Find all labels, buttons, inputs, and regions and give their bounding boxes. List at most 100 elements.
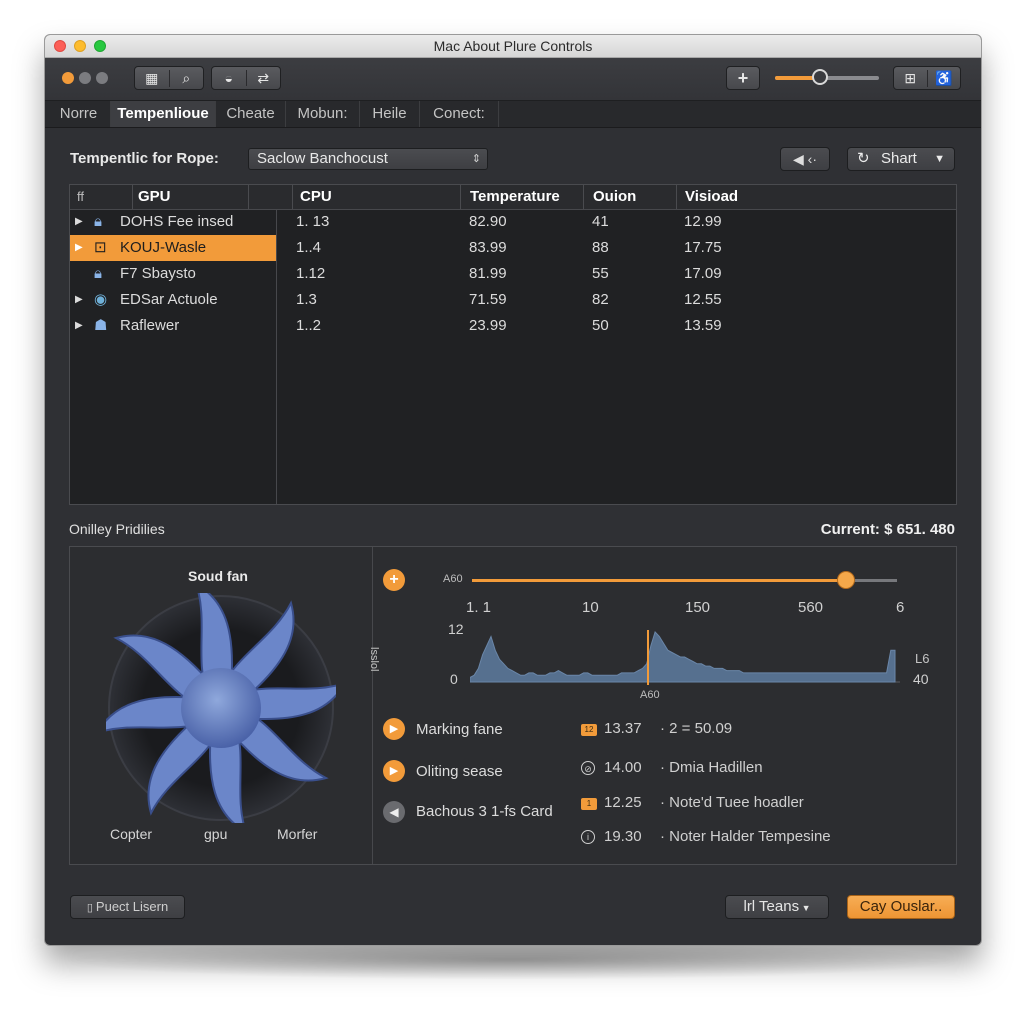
chevron-down-icon: ▼	[934, 153, 945, 165]
profile-slider[interactable]	[472, 571, 897, 589]
footer-primary-button[interactable]: Cay Ouslar..	[847, 895, 955, 919]
tree-column: ▶ 🔒︎ DOHS Fee insed ▶ ⊡ KOUJ-Wasle 🔒︎ F7…	[70, 209, 277, 504]
cell-cpu: 1..2	[296, 317, 322, 334]
tree-row-selected[interactable]: ▶ ⊡ KOUJ-Wasle	[70, 235, 276, 261]
back-button[interactable]: ◀ ‹·	[780, 147, 830, 171]
cell-cpu: 1.12	[296, 265, 326, 282]
add-profile-button[interactable]: +	[383, 569, 405, 591]
y-axis-label: lsslol	[368, 647, 380, 672]
histogram-chart	[470, 630, 900, 685]
tree-row-label: EDSar Actuole	[120, 291, 218, 308]
table-row[interactable]: 1..2 23.99 50 13.59	[277, 313, 955, 339]
tab-cheate[interactable]: Cheate	[216, 101, 286, 127]
action-bachous[interactable]: Bachous 3 1-fs Card	[416, 803, 553, 820]
cell-ouion: 82	[592, 291, 609, 308]
fan-label-morfer: Morfer	[277, 826, 318, 842]
title-bar: Mac About Plure Controls	[45, 35, 981, 58]
window-title: Mac About Plure Controls	[433, 38, 593, 54]
disclosure-triangle-icon[interactable]: ▶	[75, 313, 83, 339]
add-button[interactable]: +	[726, 66, 760, 90]
toolbar-slider[interactable]	[775, 69, 879, 85]
column-divider	[460, 185, 461, 209]
fan-icon	[106, 593, 336, 823]
tab-conect[interactable]: Conect:	[420, 101, 499, 127]
tree-row-label: F7 Sbaysto	[120, 265, 196, 282]
disclosure-triangle-icon[interactable]: ▶	[75, 209, 83, 235]
lock-icon: 🔒︎	[94, 213, 102, 230]
tree-row[interactable]: ▶ ◉ EDSar Actuole	[70, 287, 276, 313]
tab-mobun[interactable]: Mobun:	[286, 101, 360, 127]
readout-badge: 12	[581, 724, 597, 736]
cell-temperature: 23.99	[469, 317, 507, 334]
user-sync-group: ◒ ⇄	[211, 66, 281, 90]
table-row[interactable]: 1.12 81.99 55 17.09	[277, 261, 955, 287]
readout-desc: · Note'd Tuee hoadler	[660, 794, 804, 811]
slider-left-label: A60	[443, 573, 463, 585]
table-row[interactable]: 1. 13 82.90 41 12.99	[277, 209, 955, 235]
scale-label: 10	[582, 599, 599, 616]
window-shadow	[60, 940, 964, 980]
cell-ouion: 41	[592, 213, 609, 230]
profiles-label: Onilley Pridilies	[69, 521, 165, 537]
gpu-table: ff GPU CPU Temperature Ouion Visioad ▶ 🔒…	[69, 184, 957, 505]
tree-header-gpu[interactable]: GPU	[138, 185, 171, 209]
column-header-visioad[interactable]: Visioad	[685, 185, 738, 209]
filter-select[interactable]: Saclow Banchocust ⇕	[248, 148, 488, 170]
profile-slider-fill	[472, 579, 846, 582]
tab-tempenlioue[interactable]: Tempenlioue	[111, 101, 216, 127]
fan-label-gpu: gpu	[204, 826, 228, 842]
tree-hash-header[interactable]: ff	[77, 185, 84, 209]
column-divider	[248, 185, 249, 209]
tree-row[interactable]: 🔒︎ F7 Sbaysto	[70, 261, 276, 287]
tab-bar: Norre Tempenlioue Cheate Mobun: Heile Co…	[45, 101, 981, 128]
disclosure-triangle-icon[interactable]: ▶	[75, 287, 83, 313]
fan-label-copter: Copter	[110, 826, 153, 842]
column-header-cpu[interactable]: CPU	[300, 185, 332, 209]
column-divider	[583, 185, 584, 209]
action-marking[interactable]: Marking fane	[416, 721, 503, 738]
footer-middle-button[interactable]: lrl Teans ▼	[725, 895, 829, 919]
tab-heile[interactable]: Heile	[360, 101, 420, 127]
accessibility-icon[interactable]: ♿	[928, 70, 961, 87]
cell-ouion: 50	[592, 317, 609, 334]
tab-norre[interactable]: Norre	[47, 101, 111, 127]
right-axis-top: L6	[915, 651, 930, 666]
trash-icon: ▯	[86, 902, 96, 914]
status-dot-gray	[96, 72, 108, 84]
grid-icon[interactable]: ▦	[135, 69, 170, 87]
table-row[interactable]: 1..4 83.99 88 17.75	[277, 235, 955, 261]
play-icon[interactable]: ▶	[383, 760, 405, 782]
column-header-ouion[interactable]: Ouion	[593, 185, 636, 209]
cell-visioad: 12.99	[684, 213, 722, 230]
readout-value: 12.25	[604, 794, 642, 811]
search-icon[interactable]: ⌕	[170, 70, 204, 87]
back-icon[interactable]: ◀	[383, 801, 405, 823]
column-divider	[292, 185, 293, 209]
share-button[interactable]: ↻ Shart ▼	[847, 147, 955, 171]
user-icon[interactable]: ◒	[212, 70, 247, 86]
cell-ouion: 88	[592, 239, 609, 256]
cell-cpu: 1..4	[296, 239, 322, 256]
table-row[interactable]: 1.3 71.59 82 12.55	[277, 287, 955, 313]
action-oliting[interactable]: Oliting sease	[416, 763, 503, 780]
share-button-label: Shart	[881, 150, 917, 167]
sync-icon[interactable]: ⇄	[247, 70, 281, 87]
export-icon[interactable]: ⊞	[894, 69, 928, 87]
column-header-temperature[interactable]: Temperature	[470, 185, 560, 209]
tree-row[interactable]: ▶ ☗ Raflewer	[70, 313, 276, 339]
footer-left-button[interactable]: ▯ Puect Lisern	[70, 895, 185, 919]
toolbar: ▦ ⌕ ◒ ⇄ + ⊞ ♿	[45, 58, 981, 101]
cell-visioad: 12.55	[684, 291, 722, 308]
cell-temperature: 71.59	[469, 291, 507, 308]
readout-badge: ⊘	[581, 761, 595, 775]
refresh-icon: ↻	[857, 150, 870, 167]
disclosure-triangle-icon[interactable]: ▶	[75, 235, 83, 261]
tree-row[interactable]: ▶ 🔒︎ DOHS Fee insed	[70, 209, 276, 235]
readout-desc: · Noter Halder Tempesine	[660, 828, 831, 845]
toolbar-slider-knob[interactable]	[811, 69, 828, 85]
column-divider	[132, 185, 133, 209]
profile-slider-knob[interactable]	[837, 571, 855, 589]
play-icon[interactable]: ▶	[383, 718, 405, 740]
table-header: ff GPU CPU Temperature Ouion Visioad	[70, 185, 956, 210]
current-value-label: Current: $ 651. 480	[820, 521, 955, 538]
